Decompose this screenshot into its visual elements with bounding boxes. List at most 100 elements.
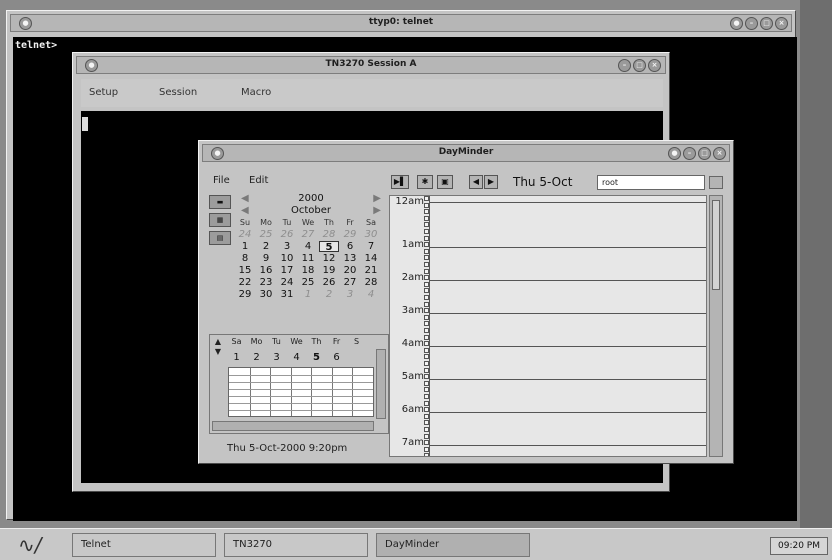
calendar-day[interactable]: 27 (298, 229, 318, 240)
calendar-day[interactable]: 30 (256, 289, 276, 300)
calendar-day[interactable]: 10 (277, 253, 297, 264)
calendar-day[interactable]: 29 (235, 289, 255, 300)
calendar-day[interactable]: 13 (340, 253, 360, 264)
calendar-left-panel: ▬ ▦ ▤ ◀ 2000 ▶ ◀ October ▶ Su Mo Tu We Th Fr S… (205, 191, 389, 457)
iconify-icon[interactable]: ● (668, 147, 681, 160)
calendar-day[interactable]: 3 (340, 289, 360, 300)
calendar-day[interactable]: 4 (298, 241, 318, 252)
task-dayminder[interactable]: DayMinder (376, 533, 530, 557)
week-grid[interactable] (228, 367, 374, 417)
week-day-header: We (290, 337, 303, 346)
calendar-day[interactable]: 16 (256, 265, 276, 276)
week-day-number[interactable]: 1 (228, 352, 245, 363)
year-nav: ◀ 2000 ▶ (235, 193, 387, 205)
close-icon[interactable]: × (713, 147, 726, 160)
week-day-number[interactable]: 4 (288, 352, 305, 363)
week-day-number[interactable]: 2 (248, 352, 265, 363)
calendar-day[interactable]: 25 (298, 277, 318, 288)
calendar-day[interactable]: 12 (319, 253, 339, 264)
calendar-day[interactable]: 9 (256, 253, 276, 264)
calendar-day[interactable]: 25 (256, 229, 276, 240)
side-week-icon[interactable]: ▦ (209, 213, 231, 227)
calendar-day[interactable]: 20 (340, 265, 360, 276)
calendar-day[interactable]: 23 (256, 277, 276, 288)
next-year-icon[interactable]: ▶ (373, 193, 381, 204)
week-day-number[interactable]: 6 (328, 352, 345, 363)
time-slot-tick (424, 453, 429, 456)
calendar-day[interactable]: 1 (235, 241, 255, 252)
calendar-day[interactable]: 22 (235, 277, 255, 288)
maximize-icon[interactable]: □ (698, 147, 711, 160)
week-horizontal-scrollbar[interactable] (212, 421, 374, 431)
minimize-icon[interactable]: – (745, 17, 758, 30)
day-schedule[interactable]: 12am 1am 2am 3am 4am 5am 6am 7am (389, 195, 707, 457)
calendar-day[interactable]: 7 (361, 241, 381, 252)
minimize-icon[interactable]: – (683, 147, 696, 160)
scrollbar-thumb[interactable] (712, 200, 720, 290)
calendar-day[interactable]: 28 (361, 277, 381, 288)
menu-setup[interactable]: Setup (89, 87, 118, 98)
calendar-day[interactable]: 4 (361, 289, 381, 300)
week-grid-hline (229, 410, 373, 411)
calendar-day[interactable]: 28 (319, 229, 339, 240)
calendar-day[interactable]: 8 (235, 253, 255, 264)
calendar-day[interactable]: 2 (319, 289, 339, 300)
calendar-day[interactable]: 24 (235, 229, 255, 240)
prev-day-icon[interactable]: ◀ (469, 175, 483, 189)
tn3270-titlebar[interactable]: ● TN3270 Session A – □ × (76, 56, 666, 74)
menu-file[interactable]: File (213, 175, 230, 186)
menu-session[interactable]: Session (159, 87, 197, 98)
time-slot-tick (424, 387, 429, 393)
calendar-day[interactable]: 30 (361, 229, 381, 240)
calendar-day[interactable]: 26 (277, 229, 297, 240)
calendar-day[interactable]: 19 (319, 265, 339, 276)
calendar-day[interactable]: 21 (361, 265, 381, 276)
side-day-icon[interactable]: ▬ (209, 195, 231, 209)
dayminder-titlebar[interactable]: ● DayMinder ● – □ × (202, 144, 730, 162)
hour-line (430, 202, 706, 203)
calendar-day[interactable]: 17 (277, 265, 297, 276)
week-day-number[interactable]: 5 (308, 352, 325, 363)
menu-macro[interactable]: Macro (241, 87, 271, 98)
alarm-icon[interactable]: ✱ (417, 175, 433, 189)
calendar-day[interactable]: 14 (361, 253, 381, 264)
calendar-day[interactable]: 6 (340, 241, 360, 252)
iconify-icon[interactable]: ● (730, 17, 743, 30)
minimize-icon[interactable]: – (618, 59, 631, 72)
task-telnet[interactable]: Telnet (72, 533, 216, 557)
toolbar-input[interactable]: root (597, 175, 705, 190)
dayminder-menubar: File Edit (205, 171, 385, 189)
week-day-number[interactable]: 3 (268, 352, 285, 363)
desktop-right-strip (800, 0, 832, 528)
day-vertical-scrollbar[interactable] (709, 195, 723, 457)
calendar-day[interactable]: 27 (340, 277, 360, 288)
calendar-day[interactable]: 5 (319, 241, 339, 253)
start-logo-icon[interactable]: ∿/ (18, 533, 66, 557)
calendar-day[interactable]: 18 (298, 265, 318, 276)
calendar-day[interactable]: 3 (277, 241, 297, 252)
maximize-icon[interactable]: □ (760, 17, 773, 30)
task-tn3270[interactable]: TN3270 (224, 533, 368, 557)
calendar-day[interactable]: 11 (298, 253, 318, 264)
new-appointment-icon[interactable]: ▶▌ (391, 175, 409, 189)
menu-edit[interactable]: Edit (249, 175, 268, 186)
week-spinner-icon[interactable]: ▲ ▼ (212, 337, 224, 361)
next-day-icon[interactable]: ▶ (484, 175, 498, 189)
calendar-day[interactable]: 1 (298, 289, 318, 300)
calendar-day[interactable]: 26 (319, 277, 339, 288)
toolbar-menu-icon[interactable] (709, 176, 723, 189)
maximize-icon[interactable]: □ (633, 59, 646, 72)
calendar-day[interactable]: 2 (256, 241, 276, 252)
side-month-icon[interactable]: ▤ (209, 231, 231, 245)
close-icon[interactable]: × (775, 17, 788, 30)
xterm-titlebar[interactable]: ● ttyp0: telnet ● – □ × (10, 14, 792, 32)
week-vertical-scrollbar[interactable] (376, 349, 386, 419)
next-month-icon[interactable]: ▶ (373, 205, 381, 216)
close-icon[interactable]: × (648, 59, 661, 72)
calendar-day[interactable]: 24 (277, 277, 297, 288)
calendar-day[interactable]: 29 (340, 229, 360, 240)
calendar-day[interactable]: 15 (235, 265, 255, 276)
note-icon[interactable]: ▣ (437, 175, 453, 189)
calendar-day[interactable]: 31 (277, 289, 297, 300)
hour-label: 1am (401, 239, 424, 250)
